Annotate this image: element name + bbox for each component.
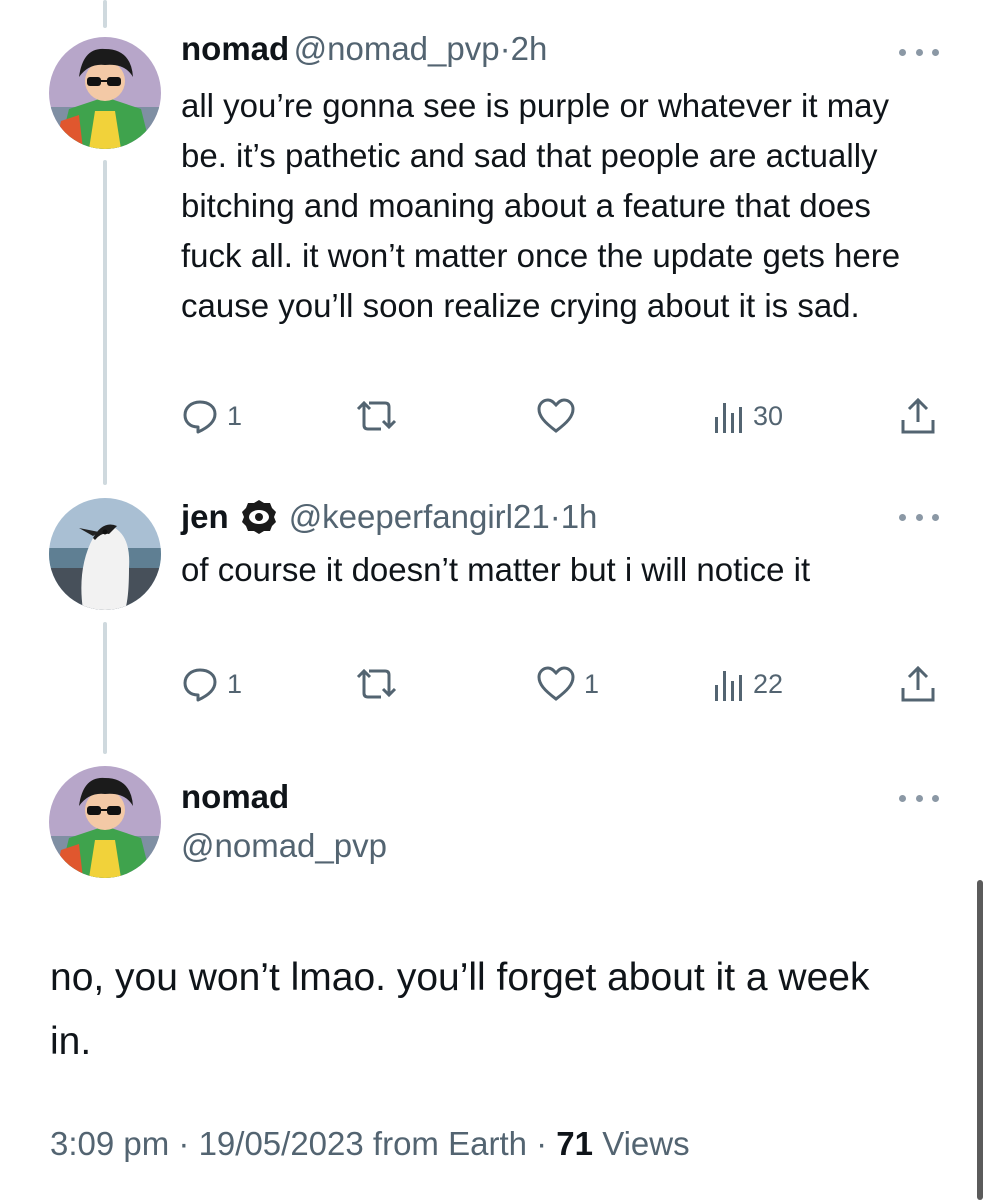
tweet-1-header: nomad @nomad_pvp·2h	[181, 30, 547, 68]
thread-line-2	[103, 622, 107, 754]
views-icon	[715, 403, 742, 433]
like-button[interactable]	[536, 394, 576, 438]
thread-line-1	[103, 160, 107, 485]
avatar-nomad[interactable]	[49, 766, 161, 878]
reply-count: 1	[227, 668, 243, 699]
focus-time[interactable]: 3:09 pm	[50, 1125, 169, 1162]
tweet-2-sep: ·	[549, 498, 561, 535]
retweet-icon	[356, 668, 397, 699]
retweet-button[interactable]	[355, 662, 399, 706]
focus-source: from Earth	[372, 1125, 527, 1162]
like-icon	[537, 666, 575, 701]
views-count: 30	[753, 400, 784, 431]
share-icon	[901, 665, 935, 702]
tweet-1-text: all you’re gonna see is purple or whatev…	[181, 87, 901, 324]
share-button[interactable]	[899, 662, 937, 706]
tweet-2-name[interactable]: jen	[181, 498, 229, 536]
more-icon[interactable]	[899, 509, 939, 525]
thread-line-top	[103, 0, 107, 28]
reply-button[interactable]: 1	[181, 662, 242, 706]
retweet-icon	[356, 400, 397, 431]
tweet-1-actions: 1 30	[181, 394, 941, 438]
avatar-image	[49, 498, 161, 610]
focus-date[interactable]: 19/05/2023	[199, 1125, 364, 1162]
focus-meta: 3:09 pm · 19/05/2023 from Earth · 71 Vie…	[50, 1125, 690, 1162]
focus-name[interactable]: nomad	[181, 778, 289, 816]
reply-icon	[183, 400, 217, 434]
retweet-button[interactable]	[355, 394, 399, 438]
tweet-2-handle-wrap: @keeperfangirl21·1h	[289, 498, 598, 536]
focus-handle[interactable]: @nomad_pvp	[181, 827, 387, 865]
more-icon[interactable]	[899, 44, 939, 60]
eye-badge-icon	[241, 500, 276, 534]
focus-text: no, you won’t lmao. you’ll forget about …	[50, 956, 870, 1063]
reply-icon	[183, 668, 217, 702]
avatar-image	[49, 37, 161, 149]
tweet-2-header: jen @keeperfangirl21·1h	[181, 497, 597, 537]
views-button[interactable]: 22	[711, 662, 783, 706]
reply-count: 1	[227, 400, 243, 431]
like-icon	[537, 398, 575, 433]
tweet-1-sep: ·	[499, 30, 511, 67]
tweet-1-handle[interactable]: @nomad_pvp	[294, 30, 500, 67]
tweet-2-text: of course it doesn’t matter but i will n…	[181, 551, 811, 588]
like-button[interactable]: 1	[536, 662, 599, 706]
focus-views-label: Views	[602, 1125, 690, 1162]
tweet-2-time[interactable]: 1h	[561, 498, 598, 535]
views-count: 22	[753, 668, 784, 699]
tweet-2-handle[interactable]: @keeperfangirl21	[289, 498, 550, 535]
share-icon	[901, 397, 935, 434]
avatar-jen[interactable]	[49, 498, 161, 610]
tweet-1-time[interactable]: 2h	[511, 30, 548, 67]
views-button[interactable]: 30	[711, 394, 783, 438]
views-icon	[715, 671, 742, 701]
focus-views-count: 71	[556, 1125, 594, 1162]
avatar-image	[49, 766, 161, 878]
avatar-nomad[interactable]	[49, 37, 161, 149]
tweet-1-name[interactable]: nomad	[181, 30, 289, 67]
reply-button[interactable]: 1	[181, 394, 242, 438]
tweet-2-actions: 1 1 22	[181, 662, 941, 706]
like-count: 1	[584, 668, 600, 699]
scrollbar[interactable]	[977, 880, 983, 1200]
more-icon[interactable]	[899, 790, 939, 806]
share-button[interactable]	[899, 394, 937, 438]
